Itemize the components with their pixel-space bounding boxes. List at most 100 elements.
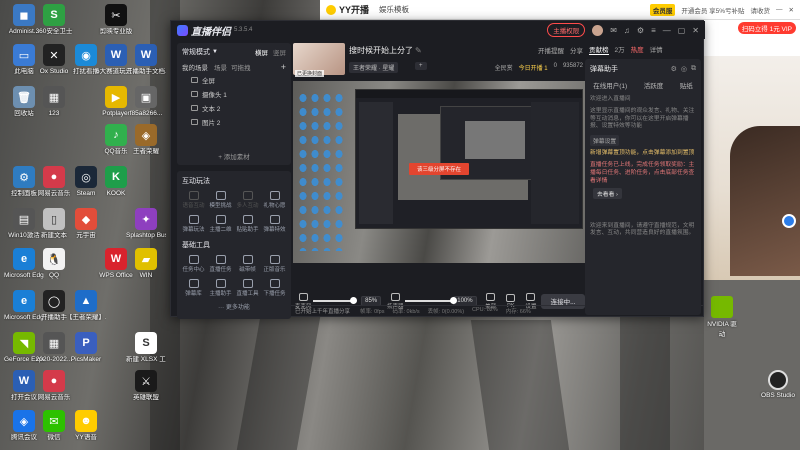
tool-label: 弹幕特效 [263, 227, 286, 233]
popout-icon[interactable]: ⧉ [691, 65, 696, 73]
speaker-slider-knob[interactable] [449, 297, 457, 304]
desktop-icon[interactable]: ▦ 123 [34, 86, 74, 117]
go-see-button[interactable]: 去看看 › [593, 187, 622, 199]
settings-icon[interactable]: ⚙ [637, 26, 644, 35]
tool-button[interactable]: 任务中心 [180, 253, 207, 275]
desktop-icon[interactable]: ✦ Splashtop Business [126, 208, 166, 239]
room-title[interactable]: 搜时候开始上分了 [349, 46, 413, 55]
yy-checkin[interactable]: 请收货 [751, 5, 771, 15]
app-icon: W [13, 370, 35, 392]
source-item[interactable]: 文本 2 [177, 101, 291, 115]
desktop-icon[interactable]: ✂ 剪映专业版 [96, 4, 136, 35]
tab-contribution[interactable]: 贡献榜 [589, 44, 609, 55]
room-category-chip[interactable]: 王者荣耀 · 星耀 [349, 62, 399, 73]
share-button[interactable]: 分享 [570, 45, 583, 55]
tab-online-users[interactable]: 在线用户(1) [593, 80, 627, 90]
tool-button[interactable]: 直播任务 [207, 253, 234, 275]
tool-button[interactable]: 贴贴助手 [234, 213, 261, 235]
desktop-icon[interactable]: ⚔ 英雄联盟 [126, 370, 166, 401]
yy-logo[interactable]: YY开播 [326, 3, 369, 16]
desktop-icon[interactable]: K KOOK [96, 166, 136, 197]
desktop-icon[interactable]: W 开播助手文档.doc [126, 44, 166, 75]
more-functions-button[interactable]: ··· 更多功能 [177, 299, 291, 311]
desktop-icon[interactable]: S 360安全卫士 [34, 4, 74, 35]
mic-volume-slider[interactable] [313, 297, 358, 304]
yy-template[interactable]: 娱乐模板 [379, 4, 409, 15]
source-item[interactable]: 摄像头 1 [177, 87, 291, 101]
maximize-icon[interactable]: ▢ [678, 26, 686, 35]
tab-stickers[interactable]: 贴纸 [680, 80, 693, 90]
stream-preview[interactable]: 该三级分屏不存在 [293, 81, 585, 263]
tool-button[interactable]: 主播助手 [207, 277, 234, 299]
tool-button[interactable]: 磁带帧 [234, 253, 261, 275]
tool-button[interactable]: 弹幕库 [180, 277, 207, 299]
stat-task[interactable]: 今日开播 1 [519, 63, 548, 72]
mail-icon[interactable]: ✉ [610, 26, 617, 35]
source-item[interactable]: 全屏 [177, 73, 291, 87]
add-scene-icon[interactable]: + [281, 62, 286, 72]
desktop-icon[interactable]: ● 网易云音乐 [34, 370, 74, 401]
minimize-icon[interactable]: — [776, 6, 783, 13]
yy-promo-badge[interactable]: 扫码立得 1元 VIP [737, 22, 796, 34]
desktop-icon[interactable]: P PicsMaker [66, 332, 106, 363]
headset-icon[interactable]: ♫ [624, 26, 630, 35]
tool-button[interactable]: 语音互动 [180, 189, 207, 211]
floating-assistant-icon[interactable] [782, 214, 796, 228]
tool-button[interactable]: 弹幕特效 [261, 213, 288, 235]
tab-heat[interactable]: 热度 [631, 44, 644, 54]
app-icon: ▣ [135, 86, 157, 108]
scene-sub-tab[interactable]: 可拖拽 [231, 62, 251, 72]
tool-label: 礼物心愿 [263, 203, 286, 209]
add-source-button[interactable]: + 添加素材 [177, 151, 291, 161]
scene-sub-tab[interactable]: 场景 [214, 62, 227, 72]
scene-mode-select[interactable]: 常规模式 [182, 47, 210, 57]
status-metric: 帧率: 0fps [360, 309, 385, 315]
tool-button[interactable]: 多人互动 [234, 189, 261, 211]
my-scene-label: 我的场景 [182, 65, 208, 72]
yy-vip-text[interactable]: 开通会员 享5%亏补贴 [681, 5, 744, 15]
tab-landscape[interactable]: 横屏 [255, 47, 268, 57]
room-add-tag-chip[interactable]: + [415, 62, 427, 70]
close-icon[interactable]: ✕ [789, 6, 794, 14]
desktop-icon-nvidia[interactable]: NVIDIA 驱动 [704, 296, 740, 338]
app-version: 5.3.5.4 [234, 27, 253, 33]
tab-count[interactable]: 2万 [615, 44, 625, 54]
live-reminder-button[interactable]: 开播提醒 [538, 45, 564, 55]
desktop-icon[interactable]: ◈ 王者荣耀 [126, 124, 166, 155]
desktop-icon[interactable]: ◆ 元宇宙 [66, 208, 106, 239]
source-item[interactable]: 图片 2 [177, 115, 291, 129]
tab-portrait[interactable]: 竖屏 [273, 47, 286, 57]
tool-button[interactable]: 下播任务 [261, 277, 288, 299]
stat-public[interactable]: 全民赏 [495, 63, 513, 72]
mic-slider-knob[interactable] [350, 297, 358, 304]
host-permission-button[interactable]: 主播权限 [547, 23, 586, 37]
tool-button[interactable]: 正版音乐 [261, 253, 288, 275]
yy-window-titlebar: YY开播 娱乐模板 会员服 开通会员 享5%亏补贴 请收货 — ✕ [320, 0, 800, 20]
desktop-icon[interactable]: ☻ YY语音 [66, 410, 106, 441]
chevron-down-icon[interactable]: ▼ [212, 49, 218, 55]
desktop-icon[interactable]: ▲ 【王者荣耀】... [66, 290, 106, 321]
desktop-icon[interactable]: 🐧 QQ [34, 248, 74, 279]
tab-details[interactable]: 详情 [650, 44, 663, 54]
tool-button[interactable]: 模型挑战 [207, 189, 234, 211]
edit-icon[interactable]: ✎ [415, 46, 422, 55]
tool-button[interactable]: 礼物心愿 [261, 189, 288, 211]
close-icon[interactable]: ✕ [692, 26, 699, 35]
danmu-settings-tag[interactable]: 弹幕设置 [590, 135, 620, 147]
tab-activity[interactable]: 活跃度 [644, 80, 664, 90]
tool-button[interactable]: 主播二维 [207, 213, 234, 235]
target-icon[interactable]: ◎ [681, 65, 687, 73]
gear-icon[interactable]: ⚙ [671, 65, 677, 73]
desktop-icon-obs[interactable]: OBS Studio [760, 370, 796, 399]
minimize-icon[interactable]: — [663, 26, 671, 35]
desktop-icon[interactable]: S 新建 XLSX 工作表.xlsx [126, 332, 166, 363]
menu-icon[interactable]: ≡ [651, 26, 656, 35]
yy-vip-badge[interactable]: 会员服 [649, 3, 676, 16]
desktop-icon[interactable]: ▰ WIN [126, 248, 166, 279]
user-avatar[interactable] [592, 24, 604, 36]
desktop-icon[interactable]: ▣ f85a8266... [126, 86, 166, 117]
tool-button[interactable]: 直播工具 [234, 277, 261, 299]
speaker-volume-slider[interactable] [405, 297, 457, 304]
tool-icon [188, 279, 199, 288]
tool-button[interactable]: 弹幕玩法 [180, 213, 207, 235]
